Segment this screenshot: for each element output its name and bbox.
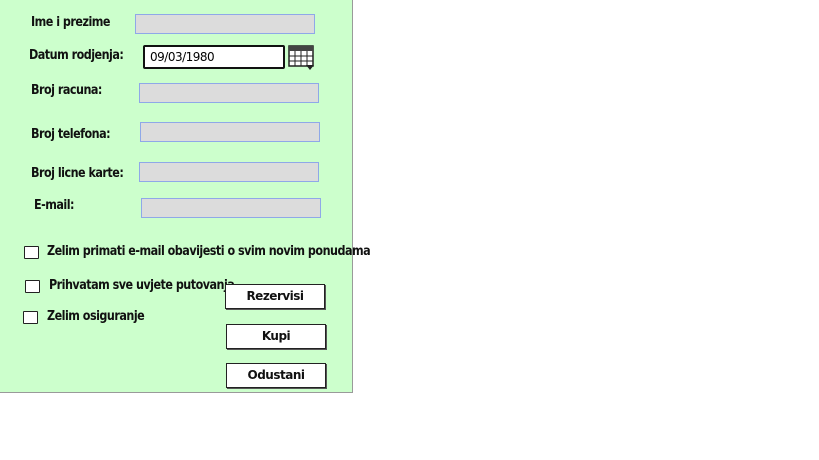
account-input[interactable] <box>139 83 319 103</box>
account-label: Broj racuna: <box>31 83 102 98</box>
phone-input[interactable] <box>140 122 320 142</box>
email-label: E-mail: <box>34 198 75 213</box>
calendar-icon[interactable] <box>288 45 316 71</box>
terms-checkbox[interactable] <box>25 280 40 293</box>
dob-label: Datum rodjenja: <box>29 48 124 63</box>
cancel-button[interactable]: Odustani <box>226 363 326 388</box>
id-card-input[interactable] <box>139 162 319 182</box>
reserve-button[interactable]: Rezervisi <box>225 284 325 309</box>
newsletter-label: Zelim primati e-mail obavijesti o svim n… <box>47 244 371 259</box>
email-input[interactable] <box>141 198 321 218</box>
name-label: Ime i prezime <box>31 15 110 30</box>
insurance-checkbox[interactable] <box>23 311 38 324</box>
newsletter-checkbox[interactable] <box>24 246 39 259</box>
terms-label: Prihvatam sve uvjete putovanja <box>49 278 235 293</box>
dob-input[interactable]: 09/03/1980 <box>143 45 285 69</box>
phone-label: Broj telefona: <box>31 127 111 142</box>
name-input[interactable] <box>135 14 315 34</box>
insurance-label: Zelim osiguranje <box>47 309 145 324</box>
buy-button[interactable]: Kupi <box>226 324 326 349</box>
id-card-label: Broj licne karte: <box>31 166 124 181</box>
booking-form-panel: Ime i prezime Datum rodjenja: 09/03/1980… <box>0 0 371 393</box>
